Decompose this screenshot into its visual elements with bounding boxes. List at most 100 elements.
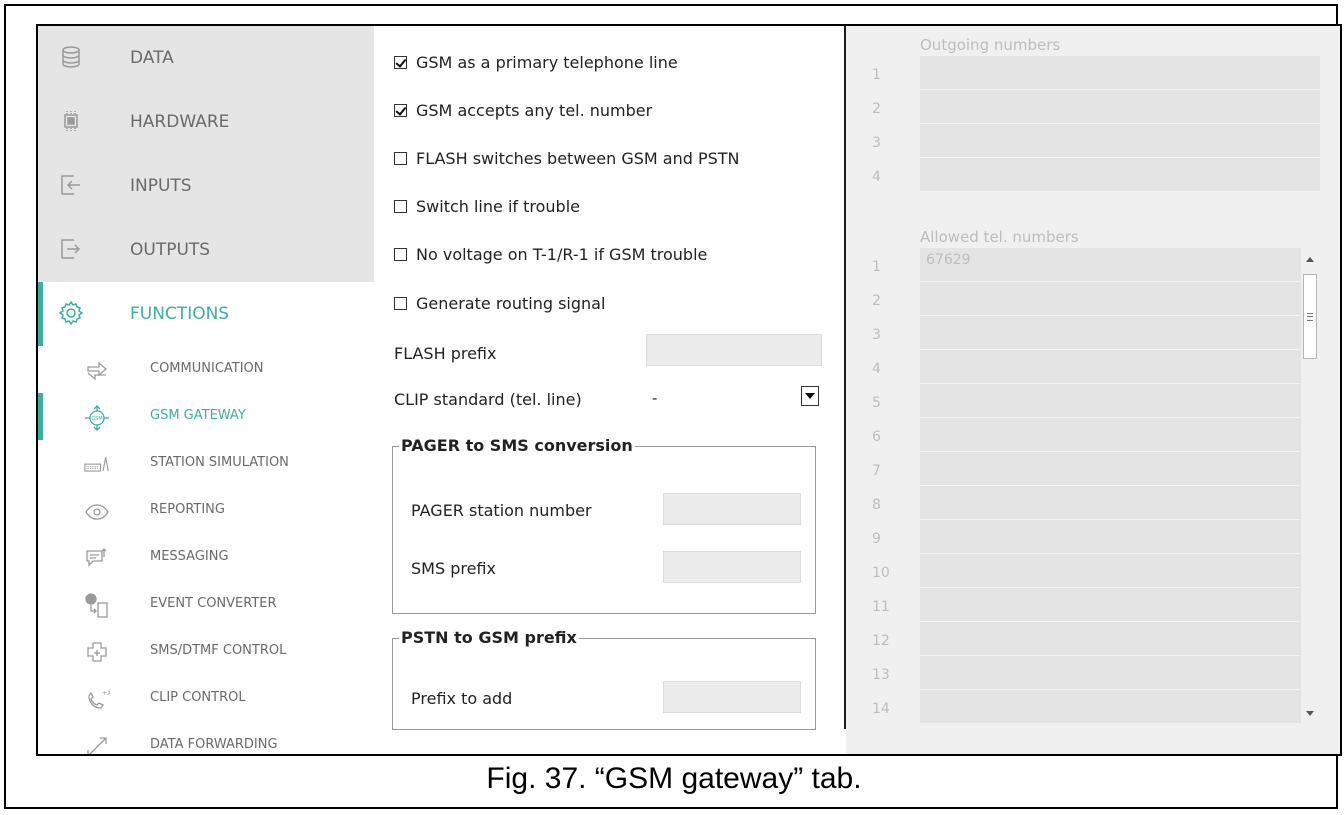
checkbox-gsm-primary-line[interactable]: GSM as a primary telephone line	[394, 50, 678, 74]
sms-prefix-input[interactable]	[663, 551, 801, 583]
table-row[interactable]: 14	[872, 690, 1300, 724]
clip-standard-value[interactable]: -	[652, 390, 657, 408]
scroll-up-arrow-icon[interactable]	[1301, 250, 1319, 268]
checkbox-label: GSM accepts any tel. number	[416, 100, 653, 120]
flash-prefix-input[interactable]	[646, 334, 822, 366]
forward-arrows-icon	[84, 734, 110, 754]
number-cell[interactable]	[920, 124, 1320, 158]
row-number: 14	[872, 701, 890, 717]
checkbox[interactable]	[394, 247, 407, 261]
number-cell[interactable]	[920, 690, 1300, 724]
sidebar-subitem-label: DATA FORWARDING	[150, 737, 278, 752]
number-cell[interactable]	[920, 158, 1320, 192]
sidebar-item-data[interactable]: DATA	[38, 26, 374, 90]
row-number: 12	[872, 633, 890, 649]
number-cell[interactable]	[920, 282, 1300, 316]
input-arrow-icon	[58, 172, 84, 198]
number-cell[interactable]	[920, 248, 1300, 282]
table-row[interactable]: 6	[872, 418, 1300, 452]
gsm-gateway-settings: GSM as a primary telephone line GSM acce…	[374, 26, 844, 754]
row-number: 9	[872, 531, 881, 547]
numbers-panel: Outgoing numbers 1 2 3 4 Allowed tel. nu…	[846, 26, 1340, 754]
checkbox[interactable]	[394, 103, 407, 117]
table-row[interactable]: 7	[872, 452, 1300, 486]
pager-station-number-input[interactable]	[663, 493, 801, 525]
table-row[interactable]: 13	[872, 656, 1300, 690]
checkbox-no-voltage[interactable]: No voltage on T-1/R-1 if GSM trouble	[394, 242, 707, 266]
number-cell[interactable]	[920, 452, 1300, 486]
table-row[interactable]: 12	[872, 622, 1300, 656]
number-cell[interactable]	[920, 520, 1300, 554]
number-cell[interactable]	[920, 384, 1300, 418]
sidebar-subitem-data-forwarding[interactable]: DATA FORWARDING	[38, 722, 374, 754]
number-cell[interactable]	[920, 56, 1320, 90]
table-row[interactable]: 9	[872, 520, 1300, 554]
sidebar-subitem-event-converter[interactable]: EVENT CONVERTER	[38, 581, 374, 628]
sidebar-subitem-station-simulation[interactable]: STATION SIMULATION	[38, 440, 374, 487]
station-icon	[84, 452, 110, 478]
table-row[interactable]: 1 67629	[872, 248, 1300, 282]
sms-dtmf-icon	[84, 640, 110, 666]
allowed-numbers-title: Allowed tel. numbers	[920, 228, 1079, 246]
number-cell[interactable]	[920, 90, 1320, 124]
sidebar-item-inputs[interactable]: INPUTS	[38, 154, 374, 218]
number-cell[interactable]	[920, 554, 1300, 588]
checkbox[interactable]	[394, 151, 407, 165]
sidebar-subitem-communication[interactable]: COMMUNICATION	[38, 346, 374, 393]
checkbox[interactable]	[394, 199, 407, 213]
table-row[interactable]: 4	[872, 158, 1320, 192]
checkbox-switch-line-if-trouble[interactable]: Switch line if trouble	[394, 194, 580, 218]
sms-prefix-label: SMS prefix	[411, 559, 496, 578]
sidebar-subitem-label: CLIP CONTROL	[150, 690, 246, 705]
checkbox-label: No voltage on T-1/R-1 if GSM trouble	[416, 244, 708, 264]
number-cell[interactable]	[920, 418, 1300, 452]
outgoing-numbers-title: Outgoing numbers	[920, 36, 1061, 54]
checkbox[interactable]	[394, 296, 407, 310]
table-row[interactable]: 11	[872, 588, 1300, 622]
checkbox[interactable]	[394, 55, 407, 69]
number-cell[interactable]	[920, 316, 1300, 350]
gsm-gateway-icon: GSM	[84, 405, 110, 431]
sidebar-subitem-label: REPORTING	[150, 502, 225, 517]
prefix-to-add-label: Prefix to add	[411, 689, 513, 708]
scrollbar-thumb[interactable]	[1303, 274, 1317, 359]
sidebar-item-functions[interactable]: FUNCTIONS	[38, 282, 374, 346]
table-row[interactable]: 2	[872, 90, 1320, 124]
row-number: 3	[872, 135, 881, 151]
svg-text:GSM: GSM	[91, 416, 102, 422]
sidebar-subitem-reporting[interactable]: REPORTING	[38, 487, 374, 534]
table-row[interactable]: 10	[872, 554, 1300, 588]
row-number: 13	[872, 667, 890, 683]
table-row[interactable]: 3	[872, 316, 1300, 350]
table-row[interactable]: 3	[872, 124, 1320, 158]
eye-icon	[84, 499, 110, 525]
table-row[interactable]: 4	[872, 350, 1300, 384]
sidebar-subitem-sms-dtmf-control[interactable]: SMS/DTMF CONTROL	[38, 628, 374, 675]
number-cell[interactable]	[920, 350, 1300, 384]
table-row[interactable]: 5	[872, 384, 1300, 418]
number-cell[interactable]	[920, 588, 1300, 622]
row-number: 10	[872, 565, 890, 581]
clip-standard-dropdown-button[interactable]	[801, 386, 819, 406]
scroll-down-arrow-icon[interactable]	[1301, 704, 1319, 722]
sidebar-subitem-messaging[interactable]: MESSAGING	[38, 534, 374, 581]
sidebar-item-hardware[interactable]: HARDWARE	[38, 90, 374, 154]
table-row[interactable]: 2	[872, 282, 1300, 316]
table-row[interactable]: 8	[872, 486, 1300, 520]
checkbox-flash-switches[interactable]: FLASH switches between GSM and PSTN	[394, 146, 740, 170]
sidebar-subitem-clip-control[interactable]: +XYZ CLIP CONTROL	[38, 675, 374, 722]
number-cell[interactable]	[920, 622, 1300, 656]
number-cell[interactable]	[920, 656, 1300, 690]
sidebar-item-outputs[interactable]: OUTPUTS	[38, 218, 374, 282]
checkbox-gsm-accepts-any-number[interactable]: GSM accepts any tel. number	[394, 98, 652, 122]
sidebar-subitem-gsm-gateway[interactable]: GSM GSM GATEWAY	[38, 393, 374, 440]
number-cell[interactable]	[920, 486, 1300, 520]
svg-text:+XYZ: +XYZ	[102, 690, 110, 697]
sidebar-subitem-label: COMMUNICATION	[150, 361, 264, 376]
functions-submenu: COMMUNICATION GSM GSM GATEWAY STATION SI…	[38, 346, 374, 754]
checkbox-generate-routing-signal[interactable]: Generate routing signal	[394, 291, 605, 315]
table-row[interactable]: 1	[872, 56, 1320, 90]
allowed-numbers-scrollbar[interactable]	[1300, 248, 1319, 724]
checkbox-label: GSM as a primary telephone line	[416, 52, 678, 72]
prefix-to-add-input[interactable]	[663, 681, 801, 713]
